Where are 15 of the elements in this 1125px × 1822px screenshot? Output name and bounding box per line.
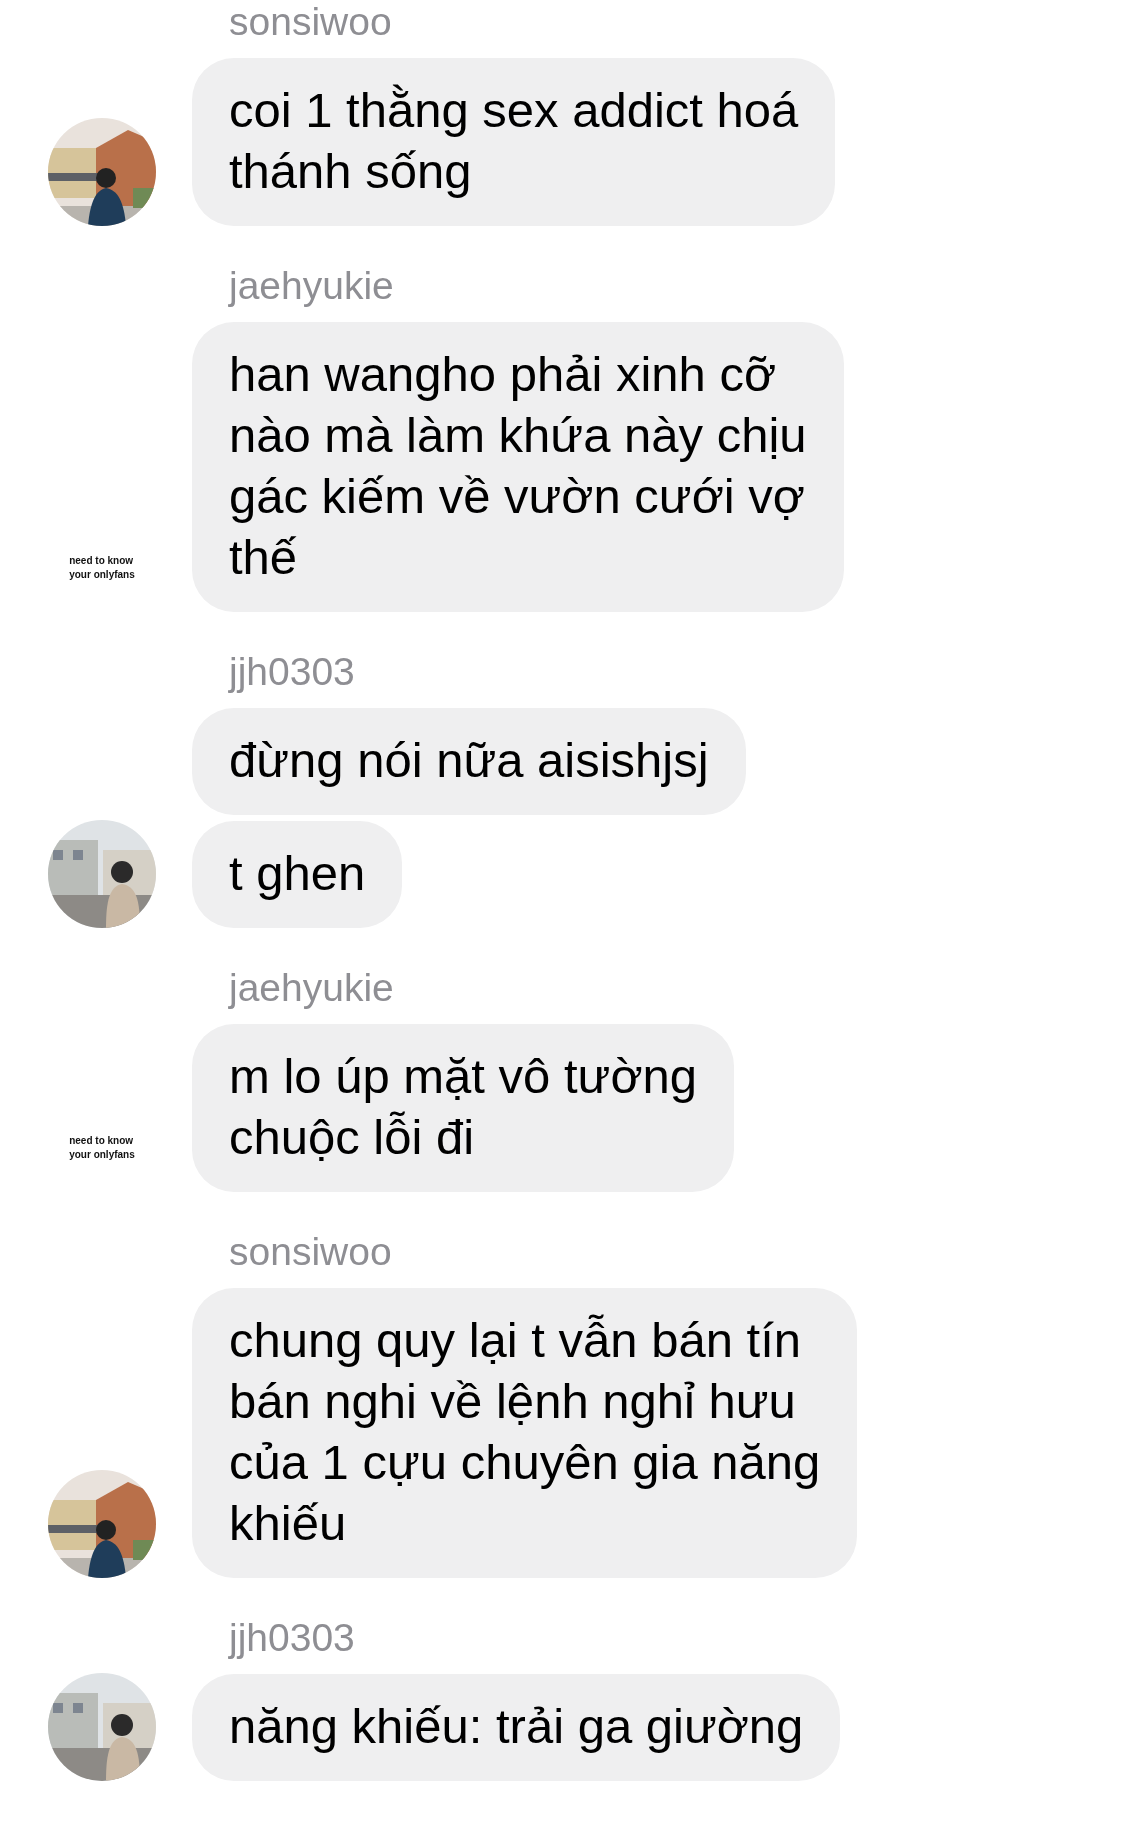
sender-name: sonsiwoo <box>228 0 393 44</box>
message-bubble: t ghen <box>192 821 403 928</box>
sender-name: jaehyukie <box>227 966 395 1010</box>
sender-name: jjh0303 <box>227 650 356 694</box>
message-bubble: m lo úp mặt vô tường chuộc lỗi đi <box>192 1024 734 1192</box>
avatar-caption: need to know your onlyfans <box>69 1134 135 1162</box>
message-bubble: han wangho phải xinh cỡ nào mà làm khứa này chịu gác kiếm về vườn cưới vợ thế <box>192 322 844 612</box>
sender-name: sonsiwoo <box>228 1230 393 1274</box>
message-bubble: đừng nói nữa aisishjsj <box>192 708 746 815</box>
message-bubble: năng khiếu: trải ga giường <box>192 1674 841 1781</box>
avatar-caption: need to know your onlyfans <box>69 554 135 582</box>
message-bubble: chung quy lại t vẫn bán tín bán nghi về lệnh nghỉ hưu của 1 cựu chuyên gia năng khiếu <box>192 1288 858 1578</box>
message-bubble: coi 1 thằng sex addict hoá thánh sống <box>192 58 836 226</box>
sender-name: jjh0303 <box>227 1616 356 1660</box>
sender-name: jaehyukie <box>227 264 395 308</box>
